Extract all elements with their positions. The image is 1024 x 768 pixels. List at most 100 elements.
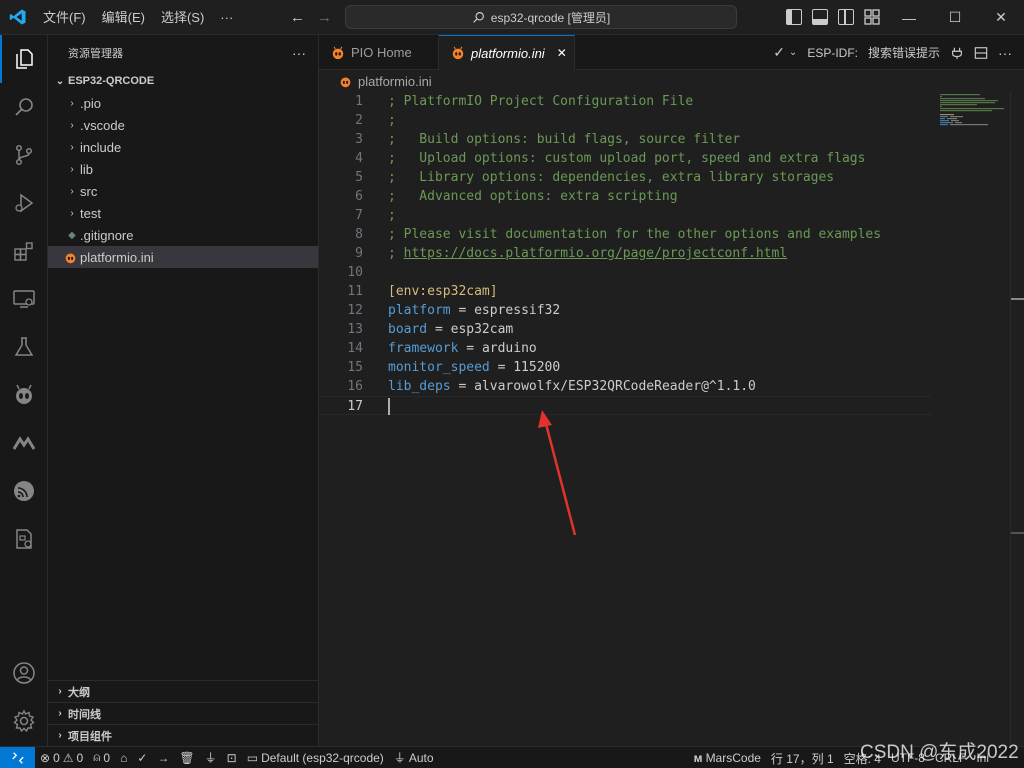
project-components-section[interactable]: › 项目组件	[48, 724, 318, 746]
search-icon[interactable]	[0, 83, 48, 131]
pio-serial-monitor-button[interactable]: ⏚	[200, 747, 222, 768]
extensions-icon[interactable]	[0, 227, 48, 275]
chevron-right-icon: ›	[58, 708, 62, 719]
plug-icon[interactable]	[950, 46, 964, 60]
checkmark-icon: ✓	[137, 750, 148, 765]
code-line: 3 ; Build options: build flags, source fi…	[319, 130, 931, 149]
line-text: ; Upload options: custom upload port, sp…	[388, 151, 866, 166]
toggle-panel-icon[interactable]	[812, 9, 828, 25]
tree-item-gitignore[interactable]: ◆ .gitignore	[48, 224, 318, 246]
tree-item-label: .gitignore	[80, 227, 134, 243]
pio-clean-button[interactable]: 🗑	[174, 747, 199, 768]
plug-icon: ⏚	[393, 751, 406, 765]
split-editor-icon[interactable]	[974, 46, 988, 60]
minimap[interactable]	[938, 92, 1010, 132]
tree-item-lib[interactable]: › lib	[48, 158, 318, 180]
menu-file[interactable]: 文件(F)	[35, 0, 94, 35]
menu-edit[interactable]: 编辑(E)	[94, 0, 153, 35]
tab-platformio-ini[interactable]: platformio.ini ✕	[439, 35, 575, 70]
error-circle-icon: ⊗	[40, 750, 51, 765]
timeline-section[interactable]: › 时间线	[48, 702, 318, 724]
platformio-alien-icon[interactable]	[0, 371, 48, 419]
platformio-file-icon	[64, 251, 80, 264]
breadcrumb-filename[interactable]: platformio.ini	[358, 74, 432, 89]
forward-arrow-icon[interactable]: →	[317, 9, 332, 26]
port-switcher[interactable]: ⏚ Auto	[389, 747, 439, 768]
device-manager-icon[interactable]	[0, 515, 48, 563]
project-folder-header[interactable]: ⌄ ESP32-QRCODE	[48, 70, 318, 92]
cursor-position[interactable]: 行 17，列 1	[766, 747, 839, 768]
chevron-right-icon: ›	[70, 185, 74, 197]
close-button[interactable]: ✕	[978, 0, 1024, 35]
remote-explorer-icon[interactable]	[0, 275, 48, 323]
editor-tabs: PIO Home platformio.ini ✕ ✓ ⌄ ESP-IDF: 搜…	[319, 35, 1024, 70]
checkmark-icon[interactable]: ✓	[773, 44, 785, 61]
line-text: ; Build options: build flags, source fil…	[388, 132, 741, 147]
pio-upload-button[interactable]: →	[152, 747, 174, 768]
problems-indicator[interactable]: ⊗ 0 ⚠ 0	[35, 747, 88, 768]
ports-indicator[interactable]: ⍝ 0	[88, 747, 115, 768]
line-number: 12	[347, 303, 363, 318]
line-number: 3	[355, 132, 363, 147]
pio-terminal-button[interactable]: ⊡	[222, 747, 242, 768]
line-number: 1	[355, 94, 363, 109]
editor-scrollbar[interactable]	[1010, 92, 1024, 746]
pio-home-button[interactable]: ⌂	[115, 747, 132, 768]
command-center-search[interactable]: esp32-qrcode [管理员]	[345, 5, 737, 29]
esp-idf-label[interactable]: ESP-IDF:	[807, 46, 858, 60]
tree-item-platformio-ini[interactable]: platformio.ini	[48, 246, 318, 268]
folder-env-icon: ▭	[246, 750, 259, 765]
platformio-alien-icon	[451, 46, 465, 60]
tree-item-include[interactable]: › include	[48, 136, 318, 158]
tab-pio-home[interactable]: PIO Home	[319, 35, 439, 70]
current-code-line: 17	[319, 396, 931, 415]
source-control-icon[interactable]	[0, 131, 48, 179]
more-actions-icon[interactable]: ···	[998, 45, 1012, 61]
platformio-file-icon	[339, 75, 352, 88]
toggle-primary-sidebar-icon[interactable]	[786, 9, 802, 25]
testing-flask-icon[interactable]	[0, 323, 48, 371]
code-line: 11 [env:esp32cam]	[319, 282, 931, 301]
home-icon: ⌂	[120, 750, 128, 765]
tab-close-icon[interactable]: ✕	[557, 46, 567, 60]
docs-link[interactable]: https://docs.platformio.org/page/project…	[404, 246, 788, 261]
remote-indicator-icon[interactable]	[0, 746, 35, 768]
run-debug-icon[interactable]	[0, 179, 48, 227]
line-number: 6	[355, 189, 363, 204]
warning-count: 0	[76, 750, 84, 765]
minimize-button[interactable]: —	[886, 0, 932, 35]
marscode-icon[interactable]	[0, 419, 48, 467]
pio-env-switcher[interactable]: ▭ Default (esp32-qrcode)	[242, 747, 389, 768]
tree-item-src[interactable]: › src	[48, 180, 318, 202]
config-value: esp32cam	[450, 322, 514, 337]
explorer-icon[interactable]	[0, 35, 48, 83]
maximize-button[interactable]: ☐	[932, 0, 978, 35]
customize-layout-icon[interactable]	[864, 9, 880, 25]
espressif-icon[interactable]	[0, 467, 48, 515]
breadcrumb[interactable]: platformio.ini	[319, 70, 1024, 92]
explorer-more-button[interactable]: ···	[292, 45, 306, 61]
esp-idf-search-errors[interactable]: 搜索错误提示	[868, 44, 940, 61]
marscode-status[interactable]: ᴍ MarsCode	[689, 747, 766, 768]
accounts-icon[interactable]	[0, 649, 48, 697]
code-line: 4 ; Upload options: custom upload port, s…	[319, 149, 931, 168]
code-editor[interactable]: 1 ; PlatformIO Project Configuration File…	[319, 92, 1024, 746]
toggle-secondary-sidebar-icon[interactable]	[838, 9, 854, 25]
code-line: 16 lib_deps = alvarowolfx/ESP32QRCodeRead…	[319, 377, 931, 396]
outline-section[interactable]: › 大纲	[48, 680, 318, 702]
tree-item-pio[interactable]: › .pio	[48, 92, 318, 114]
line-text: ; Library options: dependencies, extra l…	[388, 170, 835, 185]
comment-prefix: ;	[388, 246, 404, 261]
menu-more[interactable]: ···	[212, 0, 241, 35]
settings-gear-icon[interactable]	[0, 697, 48, 745]
tree-item-vscode[interactable]: › .vscode	[48, 114, 318, 136]
tree-item-test[interactable]: › test	[48, 202, 318, 224]
back-arrow-icon[interactable]: ←	[290, 9, 305, 26]
marscode-icon: ᴍ	[693, 751, 703, 765]
chevron-right-icon: ›	[70, 163, 74, 175]
chevron-down-icon[interactable]: ⌄	[789, 47, 797, 58]
pio-build-button[interactable]: ✓	[132, 747, 152, 768]
line-text: ;	[388, 208, 396, 223]
explorer-sidebar: 资源管理器 ··· ⌄ ESP32-QRCODE › .pio › .vscod…	[48, 35, 319, 746]
menu-selection[interactable]: 选择(S)	[153, 0, 212, 35]
